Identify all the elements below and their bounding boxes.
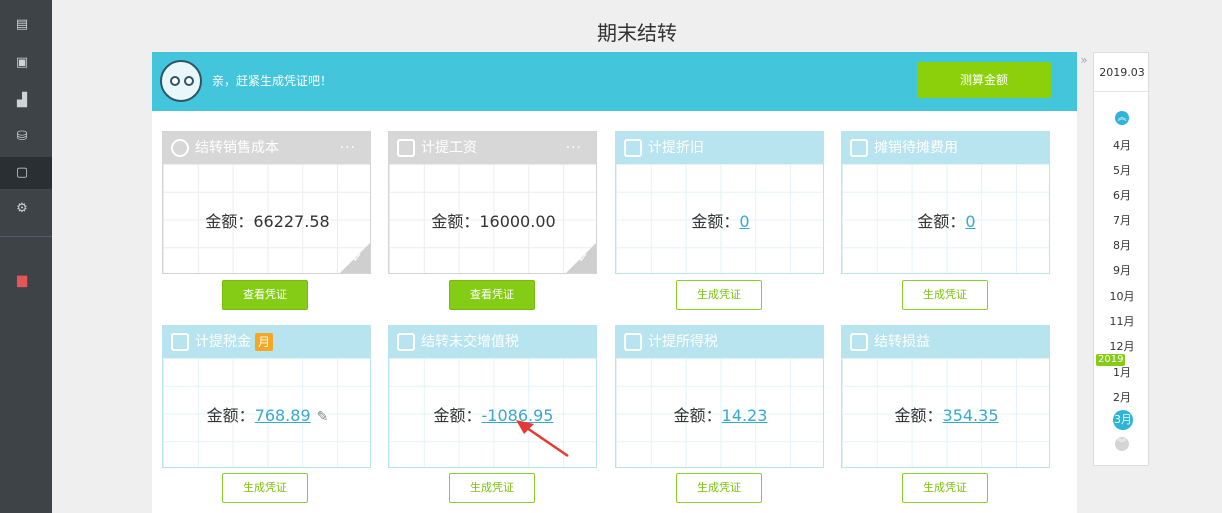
amount-link[interactable]: 0	[965, 212, 975, 231]
checked-icon: ✓	[564, 241, 596, 273]
month-item[interactable]: 8月	[1094, 237, 1150, 253]
month-item[interactable]: 7月	[1094, 212, 1150, 228]
amount-text: 金额：0	[917, 212, 976, 231]
generate-voucher-button[interactable]: 生成凭证	[676, 280, 762, 310]
amount-text: 金额：16000.00	[431, 212, 556, 231]
card-vat: 结转未交增值税 金额：-1086.95	[388, 325, 597, 468]
card-title: 结转损益	[874, 334, 930, 350]
view-voucher-button[interactable]: 查看凭证	[449, 280, 535, 310]
coins-icon	[850, 139, 868, 157]
amount-text: 金额：66227.58	[205, 212, 330, 231]
amount-link[interactable]: 354.35	[943, 406, 999, 425]
card-tax: 计提税金月 金额：768.89 ✎	[162, 325, 371, 468]
card-income-tax: 计提所得税 金额：14.23	[615, 325, 824, 468]
chart-icon[interactable]: ▟	[14, 93, 30, 109]
month-item[interactable]: 4月	[1094, 137, 1150, 153]
mascot-avatar	[160, 60, 202, 102]
month-item[interactable]: 10月	[1094, 288, 1150, 304]
card-amortization: 摊销待摊费用 金额：0	[841, 131, 1050, 274]
checked-icon: ✓	[338, 241, 370, 273]
card-profit-loss: 结转损益 金额：354.35	[841, 325, 1050, 468]
banner-message: 亲，赶紧生成凭证吧！	[212, 74, 333, 88]
month-badge: 月	[255, 333, 274, 351]
more-icon[interactable]: ···	[340, 132, 356, 164]
card-sales-cost: 结转销售成本 ··· 金额：66227.58 ✓	[162, 131, 371, 274]
sidebar: ▤ ▣ ▟ ⛁ ▢ ⚙ ▆	[0, 0, 52, 513]
paperclip-icon[interactable]: ✎	[317, 409, 329, 425]
month-item[interactable]: 12月	[1094, 338, 1150, 354]
collapse-panel-icon[interactable]: »	[1076, 53, 1092, 73]
database-icon	[850, 333, 868, 351]
card-depreciation: 计提折旧 金额：0	[615, 131, 824, 274]
month-item[interactable]: 6月	[1094, 187, 1150, 203]
card-salary: 计提工资 ··· 金额：16000.00 ✓	[388, 131, 597, 274]
card-title: 计提工资	[421, 140, 477, 156]
month-item[interactable]: 11月	[1094, 313, 1150, 329]
settings-icon[interactable]: ⚙	[14, 201, 30, 217]
sidebar-divider	[0, 236, 52, 237]
generate-voucher-button[interactable]: 生成凭证	[902, 473, 988, 503]
month-item[interactable]: 9月	[1094, 262, 1150, 278]
period-panel: 2019.03 ︽ 4月 5月 6月 7月 8月 9月 10月 11月 12月 …	[1093, 52, 1150, 466]
wallet-icon	[397, 139, 415, 157]
money-icon[interactable]: ⛁	[14, 129, 30, 145]
banner: 亲，赶紧生成凭证吧！ 测算金额	[152, 52, 1077, 111]
month-item[interactable]: 2月	[1094, 389, 1150, 405]
voucher-icon[interactable]: ▣	[14, 55, 30, 71]
amount-link[interactable]: 0	[739, 212, 749, 231]
generate-voucher-button[interactable]: 生成凭证	[449, 473, 535, 503]
calc-amount-button[interactable]: 测算金额	[917, 62, 1051, 98]
gift-icon[interactable]: ▆	[14, 273, 30, 289]
card-title: 摊销待摊费用	[874, 140, 958, 156]
card-title: 结转销售成本	[195, 140, 279, 156]
month-item[interactable]: 1月	[1094, 364, 1150, 380]
amount-text: 金额：768.89 ✎	[206, 406, 329, 425]
main-panel: 亲，赶紧生成凭证吧！ 测算金额 结转销售成本 ··· 金额：66227.58 ✓…	[152, 52, 1077, 513]
amount-link[interactable]: 14.23	[722, 406, 768, 425]
tax-icon	[171, 333, 189, 351]
period-divider	[1094, 91, 1150, 92]
closing-icon[interactable]: ▢	[14, 165, 30, 181]
amount-text: 金额：354.35	[894, 406, 999, 425]
card-title: 计提折旧	[648, 140, 704, 156]
document-icon	[624, 139, 642, 157]
amount-text: 金额：0	[691, 212, 750, 231]
scroll-down-icon[interactable]: ︾	[1115, 437, 1129, 451]
view-voucher-button[interactable]: 查看凭证	[222, 280, 308, 310]
current-period: 2019.03	[1099, 66, 1145, 79]
generate-voucher-button[interactable]: 生成凭证	[222, 473, 308, 503]
more-icon[interactable]: ···	[566, 132, 582, 164]
month-item[interactable]: 5月	[1094, 162, 1150, 178]
scroll-up-icon[interactable]: ︽	[1115, 111, 1129, 125]
amount-link[interactable]: 768.89	[255, 406, 311, 425]
year-tag: 2019	[1096, 354, 1126, 366]
card-title: 计提税金	[195, 334, 251, 350]
page-title: 期末结转	[597, 21, 677, 45]
card-title: 计提所得税	[648, 334, 718, 350]
clipboard-icon	[624, 333, 642, 351]
selected-month[interactable]: 3月	[1113, 410, 1133, 430]
amount-text: 金额：14.23	[673, 406, 768, 425]
pie-icon	[171, 139, 189, 157]
vat-icon	[397, 333, 415, 351]
card-title: 结转未交增值税	[421, 334, 519, 350]
pointer-arrow-icon	[516, 420, 569, 458]
generate-voucher-button[interactable]: 生成凭证	[902, 280, 988, 310]
generate-voucher-button[interactable]: 生成凭证	[676, 473, 762, 503]
